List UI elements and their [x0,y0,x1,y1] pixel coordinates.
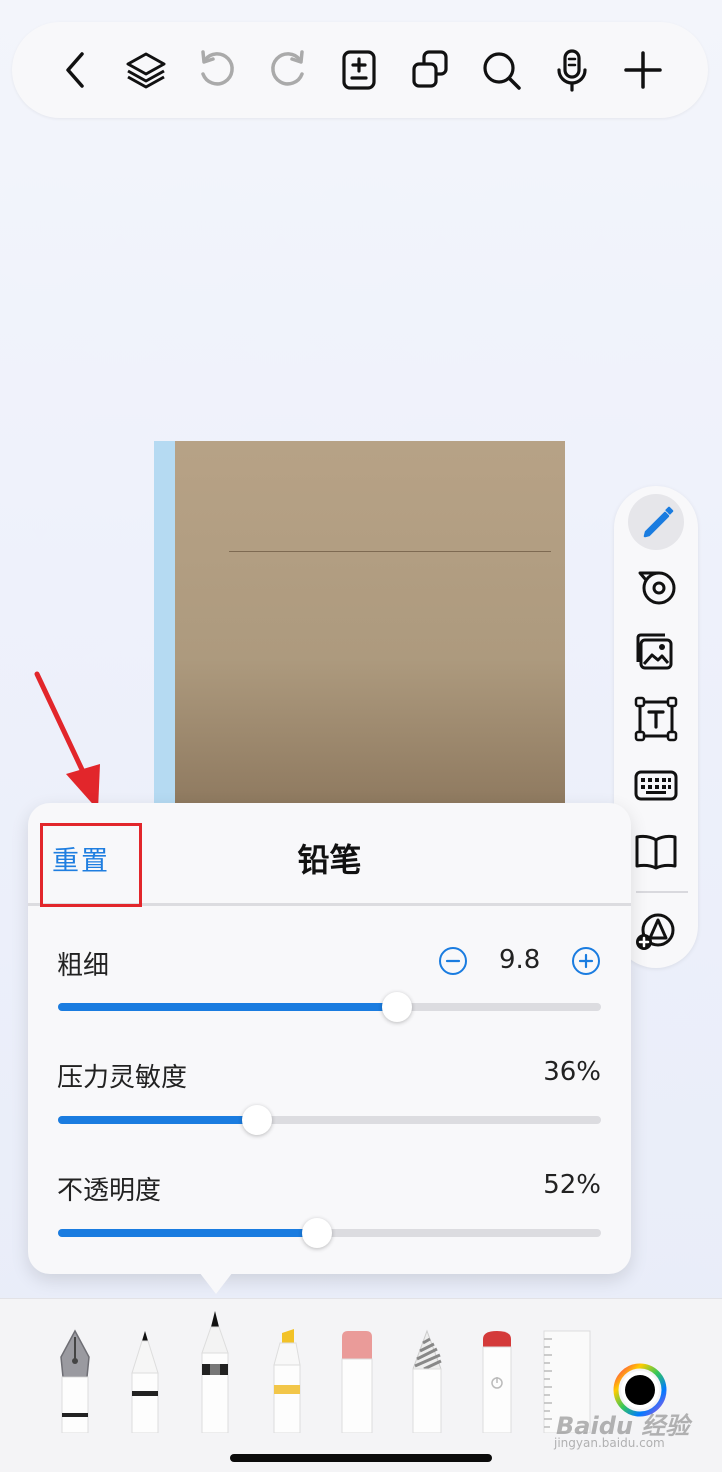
top-toolbar [12,22,708,118]
watermark-url: jingyan.baidu.com [554,1436,665,1450]
highlighter-tool[interactable] [270,1329,304,1433]
laser-pointer-tool[interactable] [480,1329,514,1433]
layers-icon[interactable] [122,46,170,94]
thickness-slider-thumb[interactable] [382,992,413,1022]
ballpoint-pen-tool[interactable] [128,1329,162,1433]
annotation-arrow-icon [34,671,100,810]
pen-settings-popover: 重置 铅笔 粗细 9.8 压力灵敏度 36% 不透明度 52% [28,803,631,1274]
pressure-sensitivity-label: 压力灵敏度 [57,1063,188,1093]
fountain-pen-tool[interactable] [55,1329,95,1433]
notebook-title-line [229,551,551,552]
search-icon[interactable] [477,46,525,94]
opacity-slider-thumb[interactable] [302,1218,332,1248]
book-icon[interactable] [628,824,684,880]
pressure-sensitivity-value: 36% [543,1057,601,1087]
copy-pages-icon[interactable] [406,46,454,94]
back-icon[interactable] [52,46,100,94]
pencil-icon[interactable] [628,494,684,550]
opacity-label: 不透明度 [57,1176,162,1206]
annotation-highlight-box [40,823,142,907]
thickness-slider[interactable] [58,992,601,1022]
thickness-decrease-button[interactable] [438,946,468,976]
pressure-sensitivity-slider[interactable] [58,1105,601,1135]
rail-divider [636,891,688,893]
redo-icon[interactable] [264,46,312,94]
opacity-slider-fill [58,1229,317,1237]
image-icon[interactable] [628,626,684,682]
page-add-icon[interactable] [335,46,383,94]
eraser-tool[interactable] [340,1329,374,1433]
undo-icon[interactable] [193,46,241,94]
home-indicator[interactable] [230,1454,492,1462]
notebook-spine [154,441,175,803]
notebook-cover-face [175,441,565,803]
tape-icon[interactable] [628,560,684,616]
add-icon[interactable] [619,46,667,94]
pencil-tool[interactable] [198,1309,232,1433]
thickness-increase-button[interactable] [571,946,601,976]
opacity-slider[interactable] [58,1218,601,1248]
shapes-add-icon[interactable] [628,904,684,960]
opacity-value: 52% [543,1170,601,1200]
keyboard-icon[interactable] [628,758,684,814]
thickness-value: 9.8 [499,945,541,975]
pattern-pencil-tool[interactable] [410,1329,444,1433]
pressure-slider-fill [58,1116,257,1124]
thickness-label: 粗细 [57,951,110,981]
notebook-cover[interactable] [154,441,565,803]
microphone-icon[interactable] [548,46,596,94]
text-box-icon[interactable] [628,692,684,748]
thickness-slider-fill [58,1003,398,1011]
pressure-slider-thumb[interactable] [241,1105,272,1135]
popover-pointer [196,1268,236,1294]
